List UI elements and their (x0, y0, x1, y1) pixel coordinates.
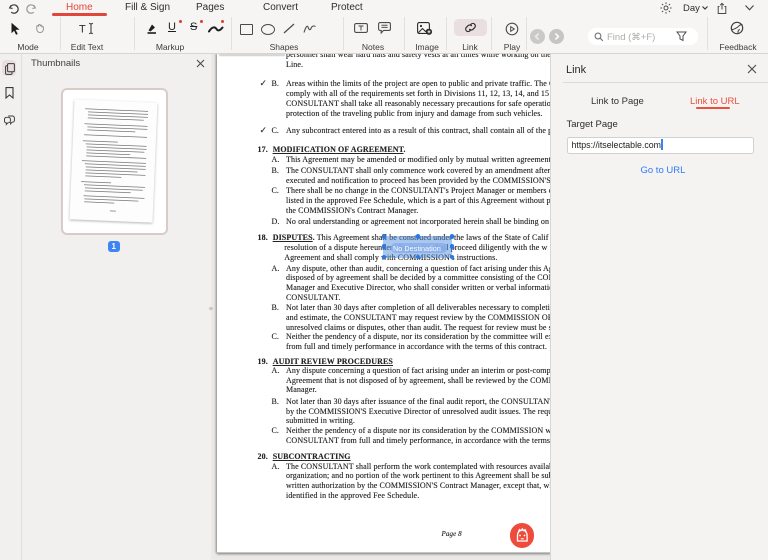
svg-text:T: T (79, 24, 86, 36)
